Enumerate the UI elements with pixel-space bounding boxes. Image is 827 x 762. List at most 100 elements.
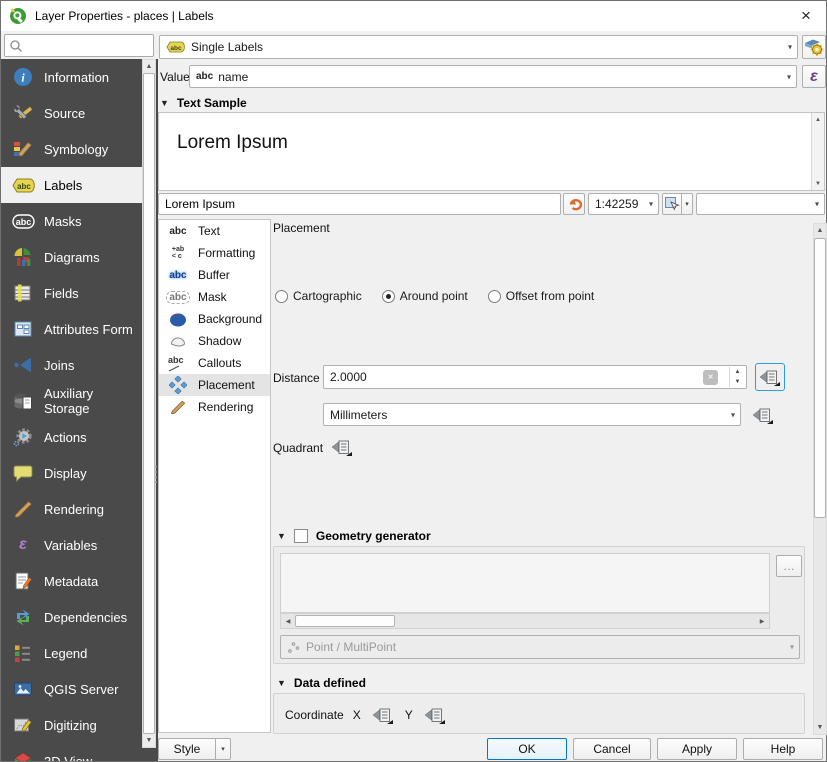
- geometry-expression-textarea[interactable]: [280, 553, 770, 613]
- close-button[interactable]: ×: [792, 3, 820, 29]
- svg-text:abc: abc: [170, 45, 182, 52]
- radio-around-point[interactable]: Around point: [382, 289, 468, 303]
- scroll-up-icon[interactable]: ▲: [814, 224, 826, 237]
- tab-callouts[interactable]: abc Callouts: [159, 352, 270, 374]
- scroll-down-icon[interactable]: ▼: [814, 721, 826, 734]
- sample-text-input[interactable]: [158, 193, 561, 215]
- ok-button[interactable]: OK: [487, 738, 567, 760]
- labeling-mode-combo[interactable]: abc Single Labels ▾: [159, 35, 798, 59]
- text-sample-scrollbar[interactable]: ▲ ▼: [811, 113, 824, 190]
- data-defined-header[interactable]: ▼ Data defined: [277, 676, 366, 690]
- sidebar-item-labels[interactable]: abc Labels: [1, 167, 142, 203]
- tab-mask[interactable]: abc Mask: [159, 286, 270, 308]
- sidebar-item-legend[interactable]: Legend: [1, 635, 142, 671]
- value-field-name: name: [218, 70, 248, 84]
- placement-settings-gear-icon: [804, 37, 824, 57]
- distance-units-combo[interactable]: Millimeters ▾: [323, 403, 741, 426]
- apply-button[interactable]: Apply: [657, 738, 737, 760]
- pane-scrollbar[interactable]: ▲ ▼: [813, 223, 827, 735]
- radio-label: Around point: [400, 289, 468, 303]
- tab-buffer[interactable]: abc Buffer: [159, 264, 270, 286]
- sidebar-item-label: Information: [44, 70, 109, 85]
- distance-data-defined-override-button[interactable]: [755, 363, 785, 391]
- chevron-down-icon[interactable]: ▾: [216, 738, 231, 760]
- sidebar-item-digitizing[interactable]: Digitizing: [1, 707, 142, 743]
- sidebar-item-information[interactable]: i Information: [1, 59, 142, 95]
- scroll-left-icon[interactable]: ◀: [281, 614, 295, 628]
- automated-placement-settings-button[interactable]: [802, 35, 826, 59]
- sidebar-item-attributes-form[interactable]: Attributes Form: [1, 311, 142, 347]
- preview-scale-combo[interactable]: 1:42259 ▾: [588, 193, 659, 215]
- search-box[interactable]: [4, 34, 154, 57]
- coordinate-x-override-button[interactable]: [370, 705, 396, 725]
- radio-cartographic[interactable]: Cartographic: [275, 289, 362, 303]
- sidebar-item-source[interactable]: Source: [1, 95, 142, 131]
- data-defined-frame: Coordinate X Y: [273, 693, 805, 734]
- chevron-down-icon: ▾: [815, 200, 819, 209]
- formatting-tab-icon: +ab< c: [164, 243, 192, 263]
- hscrollbar-thumb[interactable]: [295, 615, 395, 627]
- geometry-expression-hscrollbar[interactable]: ◀ ▶: [280, 613, 770, 629]
- spin-down-icon[interactable]: ▼: [730, 377, 745, 387]
- scroll-down-icon[interactable]: ▼: [812, 177, 824, 190]
- text-sample-header[interactable]: ▼ Text Sample: [160, 96, 247, 110]
- geometry-generator-checkbox[interactable]: [294, 529, 308, 543]
- geometry-type-combo[interactable]: Point / MultiPoint ▾: [280, 635, 800, 659]
- sidebar-scrollbar[interactable]: ▲ ▼: [142, 59, 156, 748]
- tab-formatting[interactable]: +ab< c Formatting: [159, 242, 270, 264]
- sidebar-item-dependencies[interactable]: Dependencies: [1, 599, 142, 635]
- tab-rendering[interactable]: Rendering: [159, 396, 270, 418]
- search-input[interactable]: [23, 39, 153, 53]
- sidebar-item-joins[interactable]: Joins: [1, 347, 142, 383]
- coordinate-y-override-button[interactable]: [422, 705, 448, 725]
- reset-sample-text-button[interactable]: [563, 193, 585, 215]
- sidebar-item-actions[interactable]: Actions: [1, 419, 142, 455]
- sidebar-item-qgis-server[interactable]: QGIS Server: [1, 671, 142, 707]
- sidebar-item-auxiliary-storage[interactable]: Auxiliary Storage: [1, 383, 142, 419]
- style-menu-button[interactable]: Style ▾: [158, 738, 231, 760]
- sidebar-item-label: Display: [44, 466, 87, 481]
- legend-icon: [11, 641, 35, 665]
- chevron-down-icon: ▾: [788, 43, 792, 52]
- spin-up-icon[interactable]: ▲: [730, 367, 745, 377]
- sidebar-item-rendering[interactable]: Rendering: [1, 491, 142, 527]
- radio-offset-from-point[interactable]: Offset from point: [488, 289, 594, 303]
- sidebar-item-variables[interactable]: ε Variables: [1, 527, 142, 563]
- spinner-buttons[interactable]: ▲ ▼: [729, 367, 745, 387]
- chevron-down-icon: ▾: [790, 643, 794, 652]
- sidebar-item-fields[interactable]: Fields: [1, 275, 142, 311]
- sidebar-item-display[interactable]: Display: [1, 455, 142, 491]
- search-icon: [9, 39, 23, 53]
- sidebar-item-masks[interactable]: abc Masks: [1, 203, 142, 239]
- tab-background[interactable]: Background: [159, 308, 270, 330]
- value-field-combo[interactable]: abc name ▾: [189, 65, 797, 88]
- distance-spinbox[interactable]: 2.0000 × ▲ ▼: [323, 365, 747, 389]
- clear-value-icon[interactable]: ×: [703, 370, 718, 385]
- font-size-combo[interactable]: ▾: [696, 193, 825, 215]
- scroll-down-icon[interactable]: ▼: [143, 734, 155, 747]
- map-canvas-extent-icon[interactable]: [662, 193, 682, 215]
- help-button[interactable]: Help: [743, 738, 823, 760]
- scroll-up-icon[interactable]: ▲: [812, 113, 824, 126]
- sidebar-item-symbology[interactable]: Symbology: [1, 131, 142, 167]
- scroll-up-icon[interactable]: ▲: [143, 60, 155, 73]
- scroll-right-icon[interactable]: ▶: [755, 614, 769, 628]
- set-scale-from-canvas-button[interactable]: ▾: [662, 193, 693, 215]
- quadrant-data-defined-override-button[interactable]: [328, 436, 356, 458]
- units-data-defined-override-button[interactable]: [749, 404, 777, 426]
- shadow-tab-icon: [164, 331, 192, 351]
- style-button-label[interactable]: Style: [158, 738, 216, 760]
- sidebar-item-diagrams[interactable]: Diagrams: [1, 239, 142, 275]
- sidebar-item-metadata[interactable]: Metadata: [1, 563, 142, 599]
- sidebar-scrollbar-thumb[interactable]: [143, 73, 155, 734]
- geometry-generator-header[interactable]: ▼ Geometry generator: [277, 529, 431, 543]
- expression-more-button[interactable]: …: [776, 555, 802, 577]
- expression-builder-button[interactable]: ε: [802, 65, 826, 88]
- cancel-button[interactable]: Cancel: [573, 738, 651, 760]
- sidebar-item-3d-view[interactable]: 3D View: [1, 743, 142, 761]
- tab-shadow[interactable]: Shadow: [159, 330, 270, 352]
- tab-text[interactable]: abc Text: [159, 220, 270, 242]
- chevron-down-icon[interactable]: ▾: [682, 193, 693, 215]
- pane-scrollbar-thumb[interactable]: [814, 238, 826, 518]
- tab-placement[interactable]: Placement: [159, 374, 270, 396]
